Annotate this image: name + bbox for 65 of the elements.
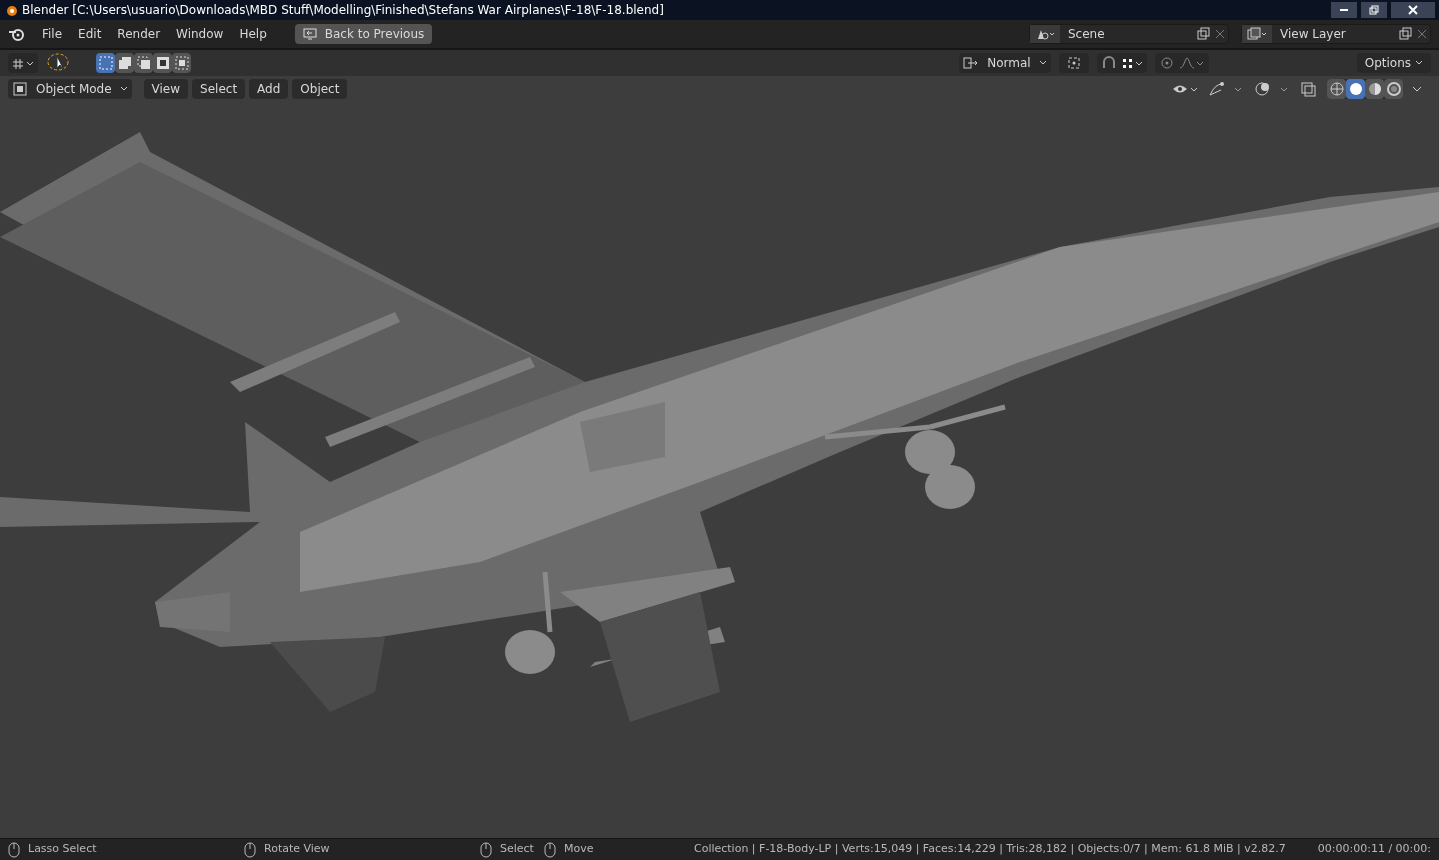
mouse-icon (244, 841, 256, 858)
selection-mode-button[interactable] (153, 53, 172, 73)
window-title: Blender [C:\Users\usuario\Downloads\MBD Stuff\Modelling\Finished\Stefans War Airplanes\F-18\F-18.blend] (22, 2, 664, 19)
copy-icon[interactable] (1398, 27, 1414, 41)
maximize-button[interactable] (1361, 2, 1387, 18)
chevron-down-icon[interactable] (1411, 84, 1423, 94)
options-dropdown[interactable]: Options (1356, 53, 1431, 73)
selection-mode-button[interactable] (96, 53, 115, 73)
magnet-snap-icon[interactable] (1100, 56, 1117, 70)
menu-item[interactable]: Object (292, 79, 348, 99)
solid-shading-button[interactable] (1346, 79, 1365, 99)
mouse-icon (8, 841, 20, 858)
orientation-value: Normal (986, 55, 1032, 72)
minimize-button[interactable] (1331, 2, 1357, 18)
menu-item[interactable]: File (34, 24, 71, 44)
scene-name: Scene (1067, 26, 1106, 43)
chevron-down-icon (1415, 60, 1423, 66)
shortcut-hint: Select (500, 841, 534, 858)
restore-icon (1369, 5, 1379, 15)
copy-icon[interactable] (1196, 27, 1212, 41)
selection-mode-button[interactable] (172, 53, 191, 73)
chevron-down-icon (119, 86, 128, 92)
falloff-curve-icon[interactable] (1178, 56, 1205, 70)
object-mode-dropdown[interactable]: Object Mode (8, 79, 132, 99)
view-layer-selector[interactable]: View Layer (1241, 24, 1431, 44)
menu-item[interactable]: Select (192, 79, 246, 99)
mouse-icon (480, 841, 492, 858)
menu-item[interactable]: Add (249, 79, 289, 99)
pivot-point-icon (1066, 56, 1081, 70)
mode-value: Object Mode (35, 81, 113, 98)
orientation-dropdown[interactable]: Normal (959, 53, 1051, 73)
chevron-down-icon (1038, 60, 1047, 66)
mouse-icon (544, 841, 556, 858)
selection-mode-button[interactable] (115, 53, 134, 73)
material-shading-button[interactable] (1365, 79, 1384, 99)
orientation-icon (963, 56, 980, 70)
menu-item[interactable]: Render (109, 24, 169, 44)
playback-time: 00:00:00:11 / 00:00: (1317, 841, 1431, 858)
proportional-editing-icon[interactable] (1158, 56, 1175, 70)
menu-item[interactable]: View (143, 79, 189, 99)
scene-selector[interactable]: Scene (1029, 24, 1229, 44)
xray-icon[interactable] (1299, 80, 1319, 98)
rendered-shading-button[interactable] (1384, 79, 1403, 99)
back-screen-icon (302, 28, 317, 40)
cube-mode-icon (12, 82, 28, 96)
selection-mode-button[interactable] (134, 53, 153, 73)
shortcut-hint: Rotate View (264, 841, 330, 858)
snap-grid-icon[interactable] (1120, 56, 1143, 70)
blender-logo-icon[interactable] (8, 26, 26, 42)
back-to-previous-button[interactable]: Back to Previous (294, 24, 433, 44)
image-stack-icon (1247, 27, 1267, 41)
close-button[interactable] (1391, 2, 1435, 18)
pivot-point-dropdown[interactable] (1058, 53, 1089, 73)
tool-settings-button[interactable] (8, 53, 38, 73)
wireframe-shading-button[interactable] (1327, 79, 1346, 99)
view-layer-name: View Layer (1279, 26, 1347, 43)
menu-item[interactable]: Window (168, 24, 232, 44)
blender-logo-icon (4, 3, 18, 17)
scene-statistics: Collection | F-18-Body-LP | Verts:15,049 | Faces:14,229 | Tris:28,182 | Objects:0/7 | Mem: 61.8 MiB | v2.82.7 (693, 841, 1286, 858)
shortcut-hint: Lasso Select (28, 841, 97, 858)
minimize-icon (1340, 9, 1348, 11)
menu-item[interactable]: Edit (70, 24, 110, 44)
close-icon (1408, 5, 1418, 15)
shortcut-hint: Move (564, 841, 594, 858)
menu-item[interactable]: Help (231, 24, 275, 44)
